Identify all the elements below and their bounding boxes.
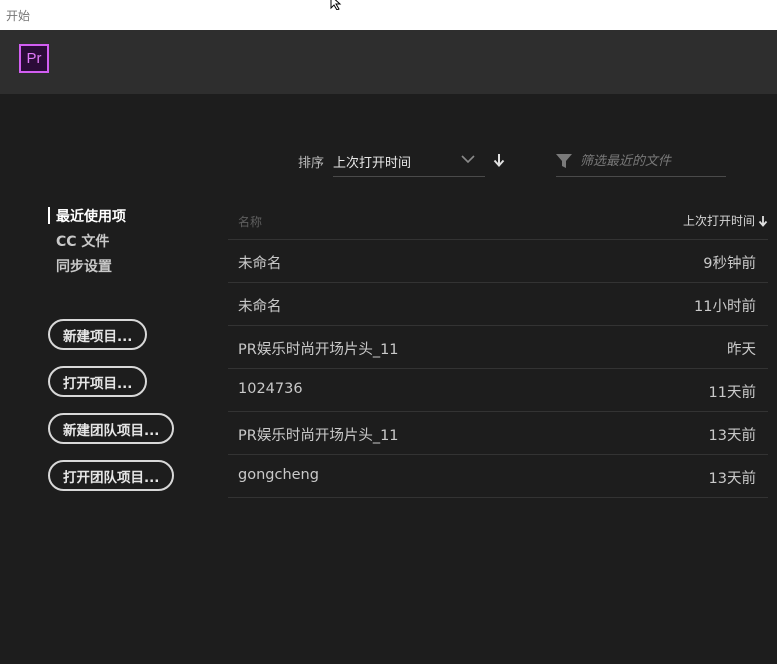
table-header: 名称 上次打开时间 — [228, 202, 768, 240]
sidebar-active-indicator — [48, 207, 50, 224]
sidebar-item-cc-files[interactable]: CC 文件 — [56, 231, 109, 251]
column-header-last-opened-label: 上次打开时间 — [682, 214, 755, 228]
window-title: 开始 — [6, 9, 31, 23]
filter-field[interactable] — [556, 146, 726, 177]
sort-dropdown-value: 上次打开时间 — [333, 156, 412, 171]
file-name: 1024736 — [238, 381, 303, 397]
file-last-opened: 11天前 — [708, 385, 756, 401]
sort-label: 排序 — [298, 156, 325, 171]
chevron-down-icon — [461, 155, 475, 164]
mouse-cursor-icon — [330, 0, 342, 10]
file-name: PR娱乐时尚开场片头_11 — [238, 342, 399, 358]
column-header-name[interactable]: 名称 — [238, 213, 262, 230]
file-last-opened: 昨天 — [727, 342, 756, 358]
file-last-opened: 13天前 — [708, 428, 756, 444]
column-header-last-opened[interactable]: 上次打开时间 — [683, 212, 768, 229]
sidebar-item-sync-settings[interactable]: 同步设置 — [56, 256, 112, 276]
table-row[interactable]: 未命名 9秒钟前 — [228, 240, 768, 283]
file-name: 未命名 — [238, 256, 282, 272]
window-titlebar: 开始 — [0, 0, 777, 30]
table-row[interactable]: gongcheng 13天前 — [228, 455, 768, 498]
filter-icon — [556, 154, 572, 168]
table-row[interactable]: 1024736 11天前 — [228, 369, 768, 412]
sort-dropdown[interactable]: 上次打开时间 — [333, 146, 485, 177]
sidebar-item-recent[interactable]: 最近使用项 — [56, 206, 126, 226]
table-row[interactable]: PR娱乐时尚开场片头_11 昨天 — [228, 326, 768, 369]
recent-files-table: 名称 上次打开时间 未命名 9秒钟前 未命名 11小时前 PR娱乐时尚开场片头_… — [228, 202, 768, 498]
open-project-button[interactable]: 打开项目... — [48, 366, 148, 397]
table-row[interactable]: PR娱乐时尚开场片头_11 13天前 — [228, 412, 768, 455]
sort-direction-arrow-icon[interactable] — [493, 153, 505, 167]
file-last-opened: 11小时前 — [694, 299, 756, 315]
new-team-project-button[interactable]: 新建团队项目... — [48, 413, 175, 444]
filter-input[interactable] — [580, 150, 720, 172]
file-last-opened: 13天前 — [708, 471, 756, 487]
open-team-project-button[interactable]: 打开团队项目... — [48, 460, 175, 491]
sort-arrow-down-icon — [758, 215, 768, 227]
new-project-button[interactable]: 新建项目... — [48, 319, 148, 350]
file-last-opened: 9秒钟前 — [703, 256, 756, 272]
file-name: PR娱乐时尚开场片头_11 — [238, 428, 399, 444]
file-name: 未命名 — [238, 299, 282, 315]
file-name: gongcheng — [238, 467, 319, 483]
premiere-logo: Pr — [19, 44, 49, 73]
table-row[interactable]: 未命名 11小时前 — [228, 283, 768, 326]
app-header: Pr — [0, 30, 777, 94]
